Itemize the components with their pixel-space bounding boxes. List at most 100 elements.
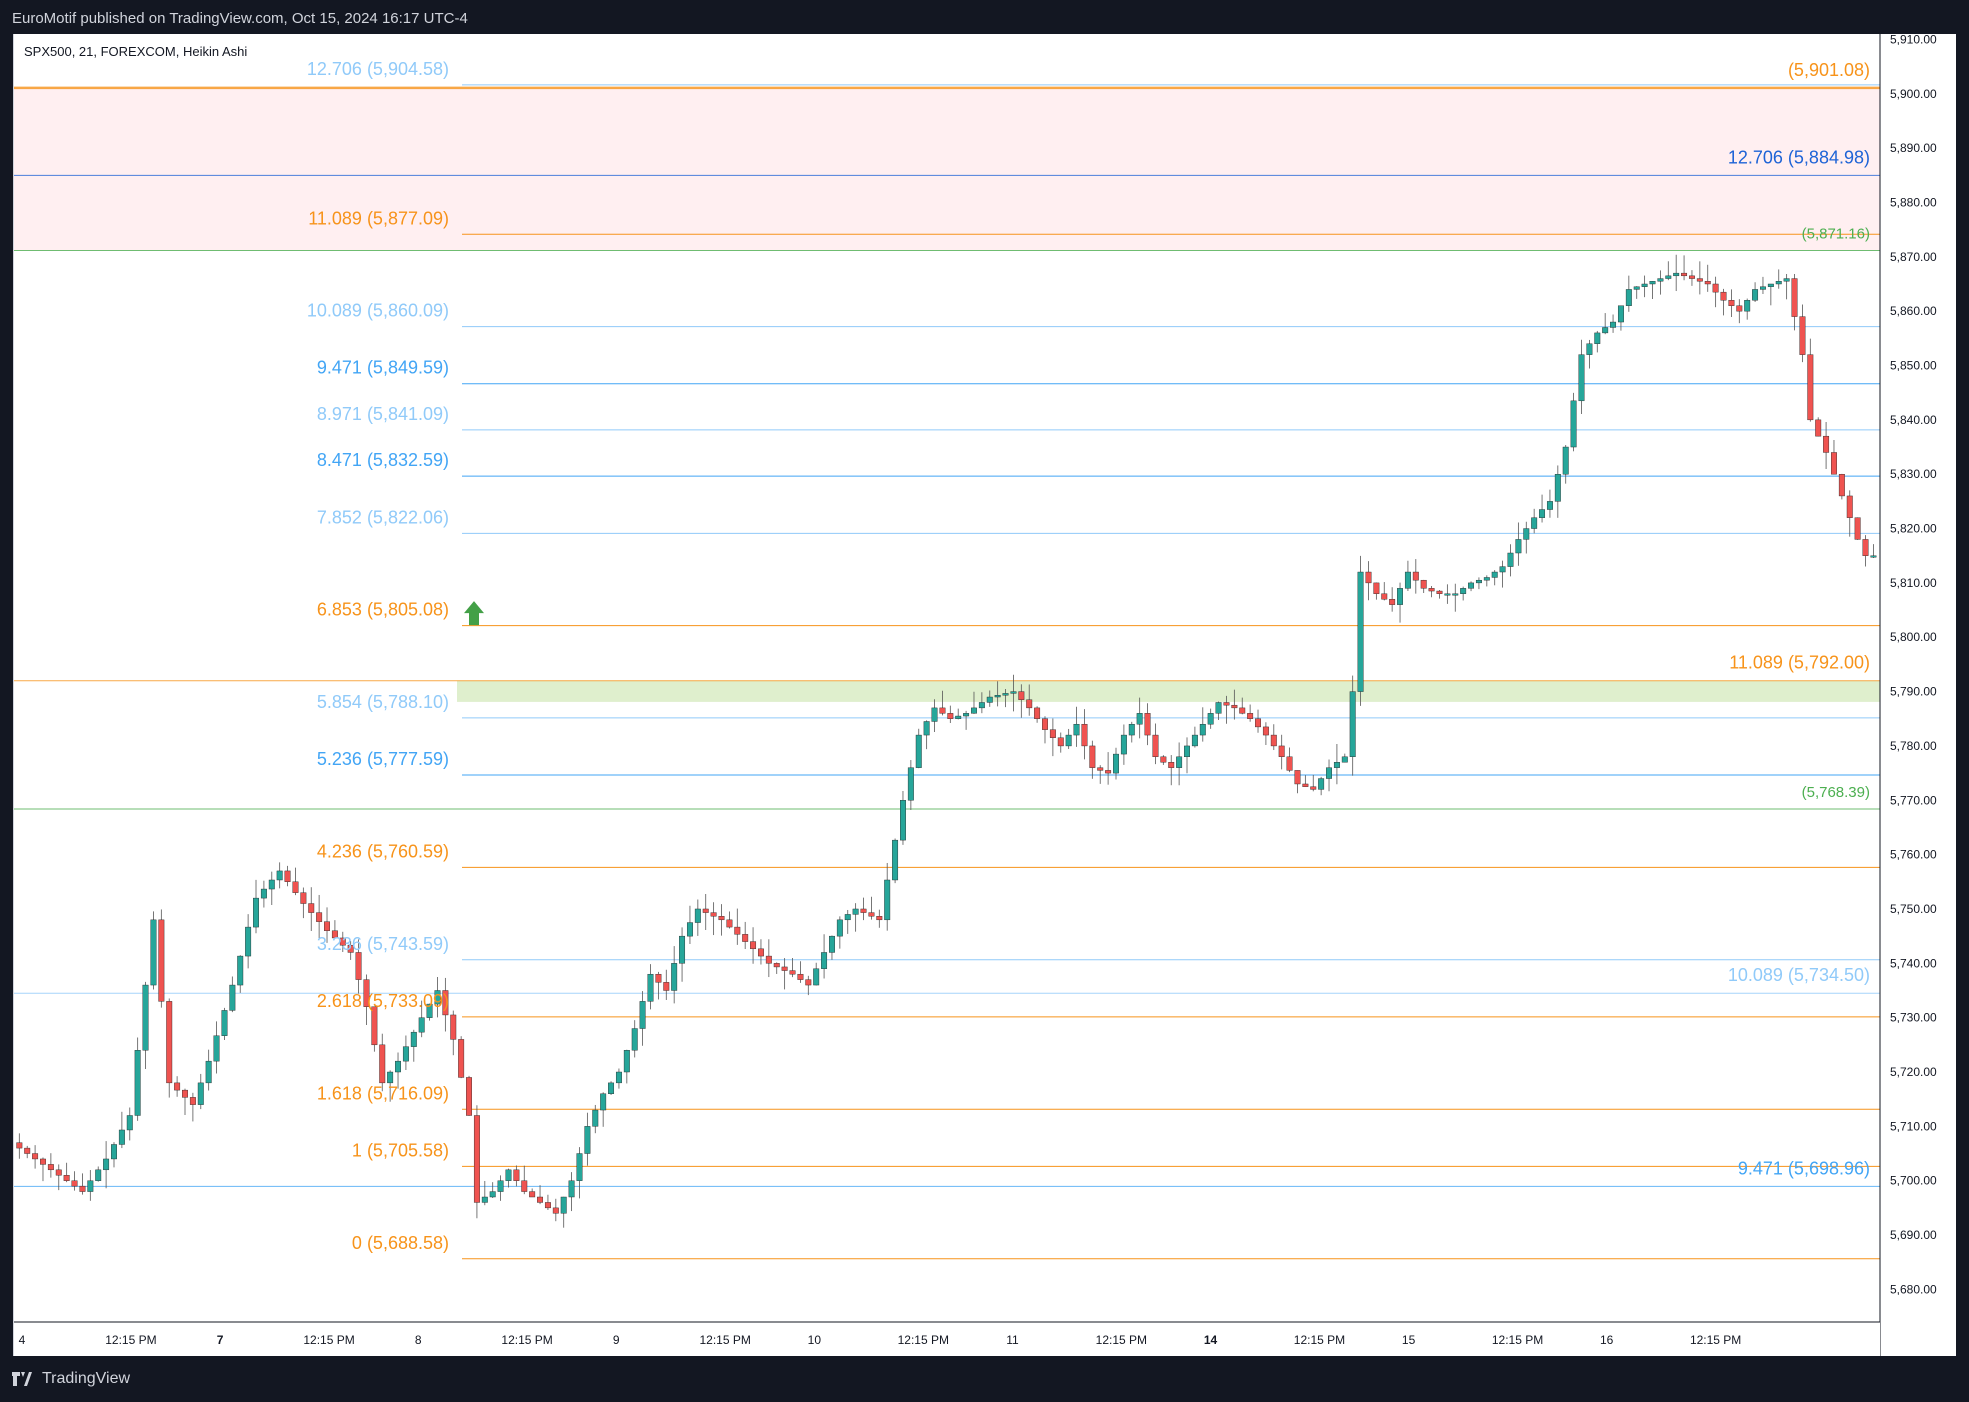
candle-body [1278,745,1285,758]
candle-body [1357,571,1364,692]
candle-body [1286,756,1293,771]
candle-body [300,892,307,904]
candle-body [1397,588,1403,605]
candle-body [221,1010,228,1036]
x-tick-label: 4 [19,1333,26,1347]
zone-band [457,680,1880,702]
candle-body [1610,321,1617,328]
x-tick-label: 11 [1006,1333,1019,1347]
candle-body [1207,713,1214,725]
price-chart[interactable]: 12.706 (5,904.58) 11.089 (5,877.09) 10.089… [14,34,1956,1356]
candle-body [647,973,654,1002]
fib-ratio: 9.471 [317,358,362,378]
y-tick-label: 5,740.00 [1890,956,1937,970]
candle-body [197,1082,204,1105]
candle-body [111,1144,117,1160]
candle-body [513,1169,520,1181]
candle-body [1815,419,1822,437]
candle-body [1594,332,1601,344]
candle-body [955,715,962,719]
y-tick-label: 5,800.00 [1890,630,1937,644]
fib-price: (5,805.08) [367,600,449,620]
candle-body [1602,327,1609,334]
candle-body [568,1180,575,1198]
candle-body [1026,699,1033,709]
candle-body [1444,593,1451,596]
candle-body [1168,762,1175,768]
candle-body [1649,281,1656,285]
candle-body [1562,446,1569,475]
fib-ratio: 1.618 [317,1083,362,1103]
candle-body [1349,691,1356,758]
candle-body [1641,283,1648,287]
fib-label: 2.618 (5,733.09) [317,991,449,1011]
candle-body [1681,272,1688,277]
candle-body [1333,762,1340,768]
candle-body [182,1089,188,1098]
y-tick-label: 5,790.00 [1890,685,1937,699]
candle-body [142,984,149,1051]
candle-body [1799,316,1806,355]
candle-body [402,1046,409,1062]
x-tick-label: 8 [415,1333,422,1347]
candle-body [1160,756,1167,763]
x-tick-label: 12:15 PM [700,1333,751,1347]
candle-body [852,908,859,915]
fib-price: (5,688.58) [367,1233,449,1253]
candle-body [1728,300,1735,306]
candle-body [489,1191,496,1198]
y-tick-label: 5,830.00 [1890,467,1937,481]
candle-body [1389,598,1396,605]
candle-body [552,1207,559,1214]
candle-body [395,1060,401,1073]
candle-body [1657,278,1664,282]
candle-body [1365,571,1372,584]
zones-layer [14,87,1880,702]
candle-body [765,955,772,964]
candle-body [1113,753,1119,774]
candle-body [655,973,662,983]
candle-body [694,908,701,923]
candle-body [1862,539,1869,556]
candle-body [773,963,780,968]
candle-body [1404,571,1411,589]
candle-body [1831,452,1837,475]
candle-body [213,1035,220,1062]
candle-body [963,713,970,717]
candle-body [1144,713,1151,736]
level-label: (5,768.39) [1802,784,1870,801]
candle-body [923,721,930,736]
y-tick-label: 5,870.00 [1890,250,1937,264]
candle-body [1807,354,1814,421]
candle-body [671,963,678,991]
fib-price: (5,743.59) [367,934,449,954]
fib-ratio: 10.089 [307,301,362,321]
candle-body [1089,745,1096,768]
candle-body [781,966,788,971]
candle-body [1783,278,1790,282]
footer-bar: TradingView [0,1356,1969,1402]
chart-panel[interactable]: 12.706 (5,904.58) 11.089 (5,877.09) 10.089… [13,34,1956,1356]
candle-body [1436,590,1443,594]
candle-body [915,734,922,768]
y-tick-label: 5,850.00 [1890,359,1937,373]
fib-ratio: 5.236 [317,749,362,769]
candle-body [1696,278,1703,282]
candle-body [150,919,157,986]
candle-body [1475,579,1482,584]
fib-label: 1.618 (5,716.09) [317,1083,449,1103]
candle-body [1326,767,1332,779]
fib-label: 6.853 (5,805.08) [317,600,449,620]
y-tick-label: 5,880.00 [1890,195,1937,209]
candle-body [1531,517,1538,529]
candle-body [158,919,165,1002]
candle-body [537,1196,544,1203]
candle-body [458,1039,465,1078]
level-label: (5,901.08) [1788,60,1870,80]
fib-ratio: 2.618 [317,991,362,1011]
candle-body [1136,713,1143,725]
y-tick-label: 5,700.00 [1890,1174,1937,1188]
candle-body [947,713,954,719]
candle-body [1223,702,1230,706]
candle-body [868,912,875,917]
